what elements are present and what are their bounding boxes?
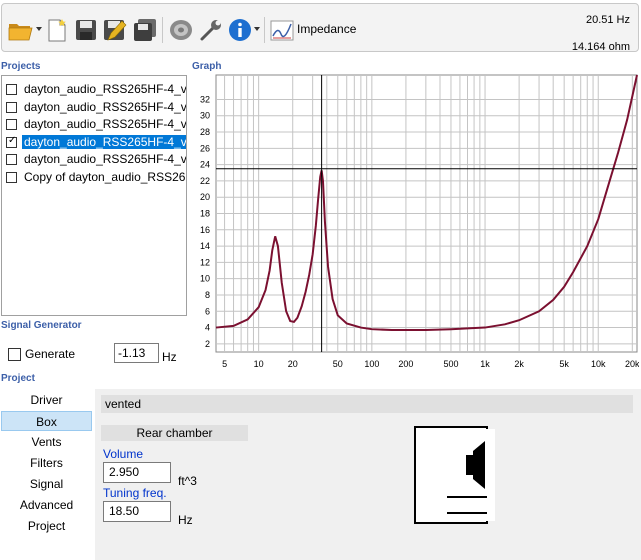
- project-checkbox[interactable]: ✓: [6, 134, 17, 148]
- x-tick-label: 2k: [514, 359, 524, 369]
- save-all-icon[interactable]: [132, 18, 158, 42]
- impedance-graph[interactable]: 2 4 6 8 10 12 14 16 18 20 22 24 26 28 30 32 5 10 20 50 100 20…: [192, 74, 640, 374]
- generator-unit: Hz: [162, 350, 177, 364]
- nav-item-filters[interactable]: Filters: [1, 453, 92, 473]
- project-list-item[interactable]: dayton_audio_RSS265HF-4_ver: [2, 116, 186, 133]
- project-list-item[interactable]: Copy of dayton_audio_RSS265: [2, 169, 186, 186]
- x-tick-label: 20: [288, 359, 298, 369]
- rear-chamber-header: Rear chamber: [101, 425, 248, 441]
- project-list-item[interactable]: dayton_audio_RSS265HF-4_ver: [2, 99, 186, 116]
- project-label: dayton_audio_RSS265HF-4_ver: [22, 134, 186, 149]
- project-label: dayton_audio_RSS265HF-4_ver: [24, 99, 186, 114]
- save-icon[interactable]: [74, 18, 98, 42]
- y-tick-label: 26: [200, 143, 210, 153]
- impedance-readout: 14.164 ohm: [571, 41, 630, 53]
- nav-item-driver[interactable]: Driver: [1, 390, 92, 410]
- project-label: dayton_audio_RSS265HF-4_ver: [24, 117, 186, 131]
- wrench-icon[interactable]: [198, 18, 224, 42]
- volume-input[interactable]: 2.950: [103, 462, 171, 483]
- y-tick-label: 20: [200, 192, 210, 202]
- graph-section-label: Graph: [192, 61, 222, 72]
- y-tick-label: 4: [205, 323, 210, 333]
- nav-item-project[interactable]: Project: [1, 516, 92, 536]
- project-list-item[interactable]: ✓ dayton_audio_RSS265HF-4_ver: [2, 134, 186, 151]
- x-tick-label: 200: [398, 359, 413, 369]
- new-document-icon[interactable]: [46, 18, 68, 42]
- y-tick-label: 22: [200, 176, 210, 186]
- chevron-down-icon[interactable]: [254, 27, 260, 31]
- speaker-icon[interactable]: [168, 18, 194, 42]
- y-tick-label: 16: [200, 225, 210, 235]
- y-tick-label: 12: [200, 257, 210, 267]
- tuning-input[interactable]: 18.50: [103, 501, 171, 522]
- project-checkbox[interactable]: [6, 101, 17, 113]
- toolbar-separator: [264, 17, 265, 43]
- y-tick-label: 30: [200, 111, 210, 121]
- enclosure-opening: [485, 429, 495, 521]
- info-icon[interactable]: [228, 18, 252, 42]
- x-tick-label: 10: [254, 359, 264, 369]
- box-diagram: [414, 426, 495, 524]
- edit-icon[interactable]: [102, 18, 128, 42]
- open-folder-icon[interactable]: [8, 18, 34, 42]
- box-type-select[interactable]: vented: [101, 395, 633, 413]
- y-tick-label: 14: [200, 241, 210, 251]
- y-tick-label: 8: [205, 290, 210, 300]
- generate-label[interactable]: Generate: [25, 347, 75, 361]
- impedance-label[interactable]: Impedance: [297, 22, 356, 36]
- project-checkbox[interactable]: [6, 84, 17, 95]
- toolbar: Impedance 20.51 Hz 14.164 ohm: [1, 3, 639, 53]
- chevron-down-icon[interactable]: [36, 27, 42, 31]
- project-checkbox[interactable]: [6, 119, 17, 130]
- projects-section-label: Projects: [1, 61, 41, 72]
- x-tick-label: 50: [333, 359, 343, 369]
- x-tick-label: 5: [222, 359, 227, 369]
- toolbar-separator: [162, 17, 163, 43]
- x-tick-label: 100: [364, 359, 379, 369]
- y-tick-label: 10: [200, 274, 210, 284]
- y-tick-label: 28: [200, 127, 210, 137]
- signal-generator-section-label: Signal Generator: [1, 320, 82, 331]
- x-tick-label: 10k: [591, 359, 606, 369]
- driver-magnet: [466, 455, 473, 475]
- y-tick-label: 32: [200, 94, 210, 104]
- y-tick-label: 6: [205, 306, 210, 316]
- volume-unit: ft^3: [178, 474, 197, 488]
- tuning-unit: Hz: [178, 513, 193, 527]
- project-list[interactable]: dayton_audio_RSS265HF-4_ver dayton_audio_…: [1, 75, 187, 316]
- x-tick-label: 20k: [625, 359, 639, 369]
- x-tick-label: 500: [443, 359, 458, 369]
- generator-frequency-input[interactable]: -1.13: [114, 343, 159, 363]
- x-tick-label: 5k: [559, 359, 569, 369]
- project-list-item[interactable]: dayton_audio_RSS265HF-4_ver: [2, 81, 186, 98]
- x-tick-label: 1k: [480, 359, 490, 369]
- frequency-readout: 20.51 Hz: [585, 14, 630, 26]
- project-checkbox[interactable]: [6, 154, 17, 165]
- nav-item-vents[interactable]: Vents: [1, 432, 92, 452]
- check-icon: ✓: [8, 134, 17, 146]
- y-tick-label: 24: [200, 160, 210, 170]
- impedance-chart-icon[interactable]: [270, 18, 294, 42]
- project-label: dayton_audio_RSS265HF-4_ver: [24, 152, 186, 166]
- volume-label: Volume: [103, 447, 144, 461]
- y-tick-label: 18: [200, 209, 210, 219]
- project-list-item[interactable]: dayton_audio_RSS265HF-4_ver: [2, 151, 186, 168]
- project-checkbox[interactable]: [6, 171, 17, 183]
- nav-item-box[interactable]: Box: [1, 411, 92, 431]
- project-label: Copy of dayton_audio_RSS265: [24, 169, 186, 184]
- project-label: dayton_audio_RSS265HF-4_ver: [24, 82, 186, 96]
- tuning-label: Tuning freq.: [103, 486, 167, 500]
- project-section-label: Project: [1, 373, 35, 384]
- nav-item-signal[interactable]: Signal: [1, 474, 92, 494]
- y-tick-label: 2: [205, 339, 210, 349]
- box-panel: [95, 389, 641, 560]
- nav-item-advanced[interactable]: Advanced: [1, 495, 92, 515]
- impedance-chart[interactable]: 24681012141618202224262830325 10 20 50 100 20…: [192, 74, 640, 374]
- generate-checkbox[interactable]: [8, 348, 21, 361]
